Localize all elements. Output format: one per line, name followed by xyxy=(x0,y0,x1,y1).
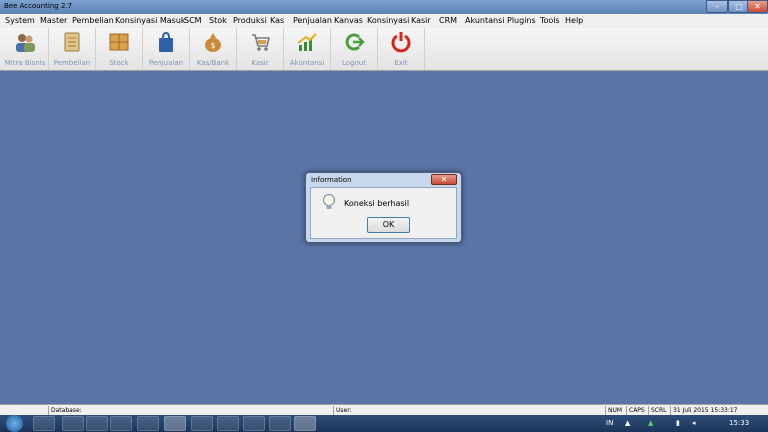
menu-help[interactable]: Help xyxy=(565,16,583,25)
status-scrl: SCRL xyxy=(648,406,667,415)
taskbar-explorer-icon[interactable] xyxy=(62,416,84,431)
status-datetime: 31 Juli 2015 15:33:17 xyxy=(670,406,737,415)
taskbar-skype-icon[interactable] xyxy=(269,416,291,431)
people-icon xyxy=(16,34,35,52)
toolbar-label: Logout xyxy=(342,59,366,67)
logout-arrow-icon xyxy=(345,33,365,51)
toolbar-exit-button[interactable]: Exit xyxy=(378,28,425,70)
toolbar-logout-button[interactable]: Logout xyxy=(331,28,378,70)
toolbar-kas-bank-button[interactable]: $ Kas/Bank xyxy=(190,28,237,70)
menu-konsinyasi[interactable]: Konsinyasi xyxy=(367,16,409,25)
taskbar-ie-icon[interactable] xyxy=(33,416,55,431)
menu-akuntansi[interactable]: Akuntansi xyxy=(465,16,505,25)
menu-kas[interactable]: Kas xyxy=(270,16,284,25)
taskbar-settings-icon[interactable] xyxy=(243,416,265,431)
toolbar-pembelian-button[interactable]: Pembelian xyxy=(49,28,96,70)
power-icon xyxy=(391,32,411,53)
taskbar: IN ▲ ▲ ▮ ◂ 15:33 xyxy=(0,415,768,432)
menu-master[interactable]: Master xyxy=(40,16,67,25)
taskbar-paint-icon[interactable] xyxy=(217,416,239,431)
status-database: Database: xyxy=(48,406,82,415)
menu-plugins[interactable]: Plugins xyxy=(507,16,536,25)
growth-chart-icon xyxy=(297,33,317,51)
toolbar-stock-button[interactable]: Stock xyxy=(96,28,143,70)
taskbar-chrome-icon[interactable] xyxy=(164,416,186,431)
menu-penjualan[interactable]: Penjualan xyxy=(293,16,332,25)
dialog-message: Koneksi berhasil xyxy=(344,199,410,208)
shopping-bag-icon xyxy=(159,31,173,52)
toolbar-label: Kasir xyxy=(251,59,269,67)
status-user: User: xyxy=(333,406,352,415)
taskbar-firefox-icon[interactable] xyxy=(137,416,159,431)
lightbulb-icon xyxy=(323,194,335,209)
menu-kanvas[interactable]: Kanvas xyxy=(334,16,363,25)
notebook-icon xyxy=(64,32,80,52)
toolbar-label: Penjualan xyxy=(148,59,184,67)
menu-stok[interactable]: Stok xyxy=(209,16,227,25)
cash-register-icon xyxy=(252,34,271,51)
menu-crm[interactable]: CRM xyxy=(439,16,457,25)
window-titlebar: Bee Accounting 2.7 – □ ✕ xyxy=(0,0,768,14)
taskbar-clock[interactable]: 15:33 xyxy=(729,419,749,427)
toolbar-kasir-button[interactable]: Kasir xyxy=(237,28,284,70)
menu-produksi[interactable]: Produksi xyxy=(233,16,267,25)
toolbar-label: Mitra Bisnis xyxy=(4,59,46,67)
tray-up-arrow-icon[interactable]: ▲ xyxy=(625,419,630,427)
volume-icon[interactable]: ◂ xyxy=(692,419,696,427)
language-indicator[interactable]: IN xyxy=(606,419,613,427)
status-num: NUM xyxy=(605,406,622,415)
dialog-title: Information xyxy=(311,176,352,184)
menu-system[interactable]: System xyxy=(5,16,35,25)
close-button[interactable]: ✕ xyxy=(747,0,768,13)
toolbar-akuntansi-button[interactable]: Akuntansi xyxy=(284,28,331,70)
menu-kasir[interactable]: Kasir xyxy=(411,16,431,25)
tray-green-icon[interactable]: ▲ xyxy=(648,419,653,427)
toolbar: Mitra Bisnis Pembelian Stock Penjualan $… xyxy=(0,28,768,71)
boxes-icon xyxy=(109,33,129,51)
status-caps: CAPS xyxy=(626,406,645,415)
menu-bar: System Master Pembelian Konsinyasi Masuk… xyxy=(0,14,768,28)
svg-text:$: $ xyxy=(210,41,215,50)
menu-pembelian[interactable]: Pembelian xyxy=(72,16,114,25)
ok-button[interactable]: OK xyxy=(367,217,410,233)
toolbar-label: Akuntansi xyxy=(289,59,325,67)
window-title: Bee Accounting 2.7 xyxy=(4,2,73,10)
information-dialog: Information ✕ Koneksi berhasil OK xyxy=(305,172,462,243)
minimize-button[interactable]: – xyxy=(706,0,728,13)
taskbar-media-icon[interactable] xyxy=(86,416,108,431)
start-button[interactable] xyxy=(6,415,23,432)
money-bag-icon: $ xyxy=(205,33,221,52)
toolbar-label: Stock xyxy=(109,59,129,67)
toolbar-label: Exit xyxy=(394,59,408,67)
menu-scm[interactable]: SCM xyxy=(184,16,202,25)
network-icon[interactable]: ▮ xyxy=(676,419,680,427)
toolbar-label: Kas/Bank xyxy=(196,59,230,67)
menu-konsinyasi-masuk[interactable]: Konsinyasi Masuk xyxy=(115,16,186,25)
toolbar-mitra-bisnis-button[interactable]: Mitra Bisnis xyxy=(2,28,49,70)
menu-tools[interactable]: Tools xyxy=(540,16,560,25)
taskbar-bee-accounting-icon[interactable] xyxy=(294,416,316,431)
dialog-body: Koneksi berhasil OK xyxy=(310,187,457,239)
dialog-close-button[interactable]: ✕ xyxy=(431,174,457,185)
taskbar-photoshop-icon[interactable] xyxy=(191,416,213,431)
toolbar-label: Pembelian xyxy=(53,59,91,67)
taskbar-app-icon[interactable] xyxy=(110,416,132,431)
toolbar-penjualan-button[interactable]: Penjualan xyxy=(143,28,190,70)
